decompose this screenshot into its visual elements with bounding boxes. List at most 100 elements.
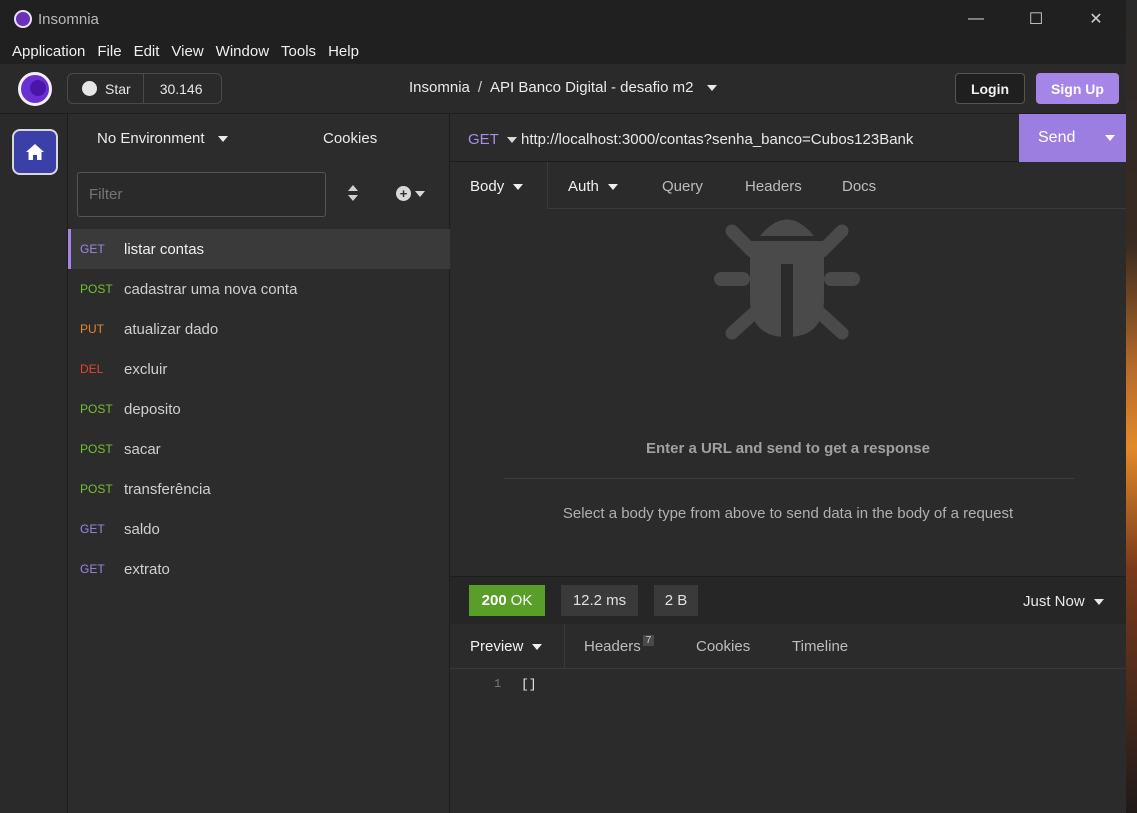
request-name: excluir xyxy=(124,360,168,378)
tab-response-cookies[interactable]: Cookies xyxy=(696,638,750,655)
breadcrumb-collection[interactable]: API Banco Digital - desafio m2 xyxy=(490,79,717,96)
tab-headers[interactable]: Headers xyxy=(745,178,802,195)
tab-auth[interactable]: Auth xyxy=(568,178,618,195)
insomnia-logo[interactable] xyxy=(18,71,52,106)
request-name: cadastrar uma nova conta xyxy=(124,280,298,298)
github-star-button[interactable]: Star xyxy=(68,74,144,103)
tab-query[interactable]: Query xyxy=(662,178,703,195)
chevron-down-icon xyxy=(532,643,543,650)
menu-application[interactable]: Application xyxy=(6,43,91,60)
empty-state-title: Enter a URL and send to get a response xyxy=(646,440,930,457)
request-method: POST xyxy=(80,402,113,416)
method-label: GET xyxy=(468,131,499,148)
request-name: saldo xyxy=(124,520,160,538)
request-list: GET listar contas POST cadastrar uma nov… xyxy=(68,229,450,589)
chevron-down-icon xyxy=(706,85,717,92)
chevron-down-icon xyxy=(607,183,618,190)
response-body[interactable]: [] xyxy=(521,677,537,692)
window-title: Insomnia xyxy=(38,10,99,28)
filter-row: + xyxy=(68,164,449,228)
minimize-button[interactable]: — xyxy=(946,0,1006,38)
home-button[interactable] xyxy=(12,129,58,175)
send-label: Send xyxy=(1038,129,1076,146)
request-item[interactable]: POST deposito xyxy=(68,389,450,429)
tab-response-headers[interactable]: Headers 7 xyxy=(584,635,655,655)
chevron-down-icon xyxy=(506,136,517,143)
tab-timeline[interactable]: Timeline xyxy=(792,638,848,655)
menu-window[interactable]: Window xyxy=(210,43,275,60)
app-header: Star 30.146 Insomnia / API Banco Digital… xyxy=(0,64,1126,114)
response-status-bar: 200 OK 12.2 ms 2 B Just Now xyxy=(450,577,1126,624)
status-badge: 200 OK xyxy=(469,585,545,616)
request-item[interactable]: PUT atualizar dado xyxy=(68,309,450,349)
menu-bar: Application File Edit View Window Tools … xyxy=(0,38,1126,64)
close-button[interactable]: ✕ xyxy=(1066,0,1126,38)
title-bar: Insomnia — ☐ ✕ xyxy=(0,0,1126,38)
request-method: GET xyxy=(80,522,105,536)
menu-file[interactable]: File xyxy=(91,43,127,60)
tab-docs[interactable]: Docs xyxy=(842,178,876,195)
tab-body[interactable]: Body xyxy=(470,178,524,195)
chevron-down-icon xyxy=(513,183,524,190)
request-sidebar: No Environment Cookies + GET listar cont… xyxy=(68,114,450,813)
request-item[interactable]: GET extrato xyxy=(68,549,450,589)
request-item[interactable]: POST transferência xyxy=(68,469,450,509)
tab-divider xyxy=(564,624,565,669)
breadcrumb: Insomnia / API Banco Digital - desafio m… xyxy=(409,79,717,96)
sort-icon[interactable] xyxy=(347,184,359,202)
tab-preview[interactable]: Preview xyxy=(470,638,543,655)
request-item[interactable]: POST cadastrar uma nova conta xyxy=(68,269,450,309)
environment-row: No Environment Cookies xyxy=(68,114,449,164)
window-controls: — ☐ ✕ xyxy=(946,0,1126,38)
environment-selector[interactable]: No Environment xyxy=(97,130,228,147)
tab-preview-label: Preview xyxy=(470,638,524,655)
breadcrumb-separator: / xyxy=(477,79,483,96)
chevron-down-icon xyxy=(1093,598,1104,605)
login-button[interactable]: Login xyxy=(955,73,1025,104)
url-input[interactable]: http://localhost:3000/contas?senha_banco… xyxy=(521,131,913,148)
desktop-wallpaper xyxy=(1125,0,1137,813)
signup-button[interactable]: Sign Up xyxy=(1036,73,1119,104)
request-item[interactable]: GET listar contas xyxy=(68,229,450,269)
request-method: DEL xyxy=(80,362,104,376)
request-item[interactable]: GET saldo xyxy=(68,509,450,549)
cookies-button[interactable]: Cookies xyxy=(323,130,377,147)
headers-count-badge: 7 xyxy=(642,635,655,646)
request-pane: GET http://localhost:3000/contas?senha_b… xyxy=(450,114,1126,576)
request-item[interactable]: DEL excluir xyxy=(68,349,450,389)
menu-view[interactable]: View xyxy=(165,43,209,60)
insomnia-app-icon xyxy=(14,10,32,28)
chevron-down-icon[interactable] xyxy=(1105,135,1115,141)
chevron-down-icon xyxy=(217,136,228,143)
add-request-button[interactable]: + xyxy=(396,186,425,201)
request-name: sacar xyxy=(124,440,161,458)
collection-name: API Banco Digital - desafio m2 xyxy=(490,79,694,96)
method-selector[interactable]: GET xyxy=(468,131,517,148)
menu-tools[interactable]: Tools xyxy=(275,43,322,60)
response-time: 12.2 ms xyxy=(561,585,638,616)
menu-edit[interactable]: Edit xyxy=(128,43,166,60)
left-rail xyxy=(0,114,68,813)
menu-help[interactable]: Help xyxy=(322,43,365,60)
request-item[interactable]: POST sacar xyxy=(68,429,450,469)
request-name: listar contas xyxy=(124,240,205,258)
history-selector[interactable]: Just Now xyxy=(1023,593,1104,610)
request-method: GET xyxy=(80,242,105,256)
request-method: PUT xyxy=(80,322,104,336)
request-name: atualizar dado xyxy=(124,320,219,338)
home-icon xyxy=(26,144,44,160)
github-star-widget[interactable]: Star 30.146 xyxy=(67,73,222,104)
request-method: GET xyxy=(80,562,105,576)
empty-state-hint: Select a body type from above to send da… xyxy=(562,505,1014,522)
filter-input[interactable] xyxy=(77,172,326,217)
chevron-down-icon xyxy=(415,190,425,197)
url-bar: GET http://localhost:3000/contas?senha_b… xyxy=(450,114,1126,162)
star-label: Star xyxy=(105,80,131,97)
star-count: 30.146 xyxy=(159,80,203,97)
bug-icon xyxy=(714,219,860,340)
breadcrumb-root[interactable]: Insomnia xyxy=(409,79,470,96)
divider xyxy=(504,478,1074,479)
send-button[interactable]: Send xyxy=(1019,114,1126,162)
maximize-button[interactable]: ☐ xyxy=(1006,0,1066,38)
plus-circle-icon: + xyxy=(396,186,411,201)
